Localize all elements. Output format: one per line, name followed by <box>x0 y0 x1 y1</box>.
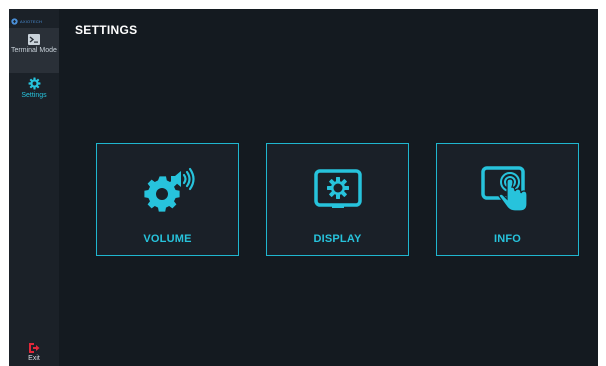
display-tile[interactable]: DISPLAY <box>266 143 409 256</box>
display-settings-icon <box>313 169 362 208</box>
gear-icon <box>28 77 40 90</box>
touch-info-icon <box>480 166 528 212</box>
sidebar-item-label: Settings <box>21 92 47 99</box>
exit-icon <box>29 343 40 353</box>
display-tile-label: DISPLAY <box>313 233 362 245</box>
brand-logo-text: AXIOTECH <box>20 18 43 24</box>
brand-logo-icon <box>11 17 18 25</box>
info-tile[interactable]: INFO <box>436 143 579 256</box>
exit-button[interactable]: Exit <box>9 339 59 366</box>
volume-tile-label: VOLUME <box>143 233 192 245</box>
volume-tile[interactable]: VOLUME <box>96 143 239 256</box>
tile-icon-wrap <box>437 164 578 216</box>
tile-icon-wrap <box>267 164 408 216</box>
exit-label: Exit <box>28 355 40 362</box>
sidebar: AXIOTECH Terminal Mode Settings Exit <box>9 9 59 366</box>
sidebar-item-terminal-mode[interactable]: Terminal Mode <box>9 28 59 73</box>
page-title: SETTINGS <box>75 23 138 37</box>
sidebar-item-settings[interactable]: Settings <box>9 75 59 115</box>
brand-logo: AXIOTECH <box>11 15 57 27</box>
sidebar-item-label: Terminal Mode <box>11 47 57 54</box>
tile-icon-wrap <box>97 164 238 216</box>
volume-gear-icon <box>143 167 195 212</box>
terminal-icon <box>28 34 40 45</box>
app-screen: AXIOTECH Terminal Mode Settings Exit SET… <box>9 9 598 366</box>
info-tile-label: INFO <box>493 233 522 245</box>
